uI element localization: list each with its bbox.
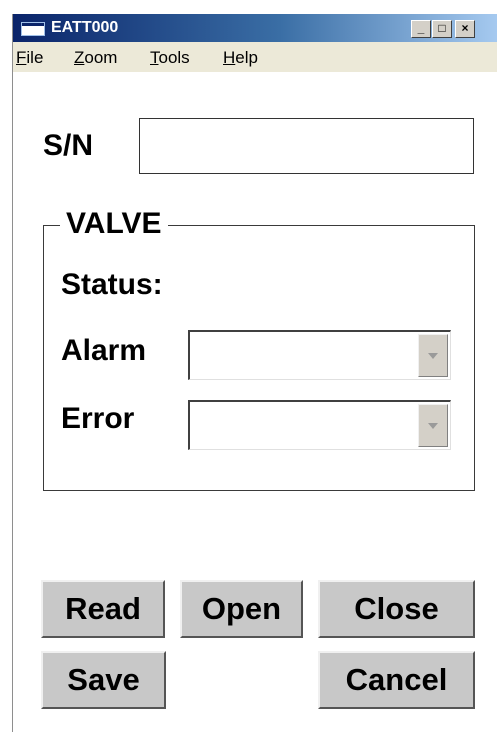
- alarm-label: Alarm: [61, 334, 147, 367]
- menu-file-label: ile: [26, 48, 44, 67]
- menu-help-accel: H: [223, 48, 236, 67]
- menu-help[interactable]: Help: [223, 48, 258, 68]
- open-button[interactable]: Open: [180, 580, 303, 638]
- menu-file-accel: F: [16, 48, 27, 67]
- read-button[interactable]: Read: [41, 580, 165, 638]
- error-label: Error: [61, 402, 135, 435]
- menu-zoom-accel: Z: [74, 48, 85, 67]
- app-window: EATT000 _ □ × File Zoom Tools Help S/N V…: [12, 14, 497, 732]
- menu-file[interactable]: File: [16, 48, 43, 68]
- valve-group-title: VALVE: [60, 207, 168, 241]
- menu-zoom[interactable]: Zoom: [74, 48, 117, 68]
- menu-zoom-label: oom: [84, 48, 118, 67]
- sn-input[interactable]: [139, 118, 474, 174]
- menu-tools-label: ools: [158, 48, 190, 67]
- sn-label: S/N: [43, 129, 94, 162]
- status-label: Status:: [61, 268, 163, 301]
- title-bar[interactable]: EATT000 _ □ ×: [13, 14, 497, 42]
- save-button[interactable]: Save: [41, 651, 166, 709]
- maximize-button[interactable]: □: [432, 20, 452, 38]
- menu-help-label: elp: [235, 48, 258, 67]
- alarm-dropdown-arrow-icon[interactable]: [418, 334, 448, 377]
- window-title: EATT000: [51, 19, 119, 36]
- close-window-button[interactable]: ×: [455, 20, 475, 38]
- menu-tools-accel: T: [150, 48, 159, 67]
- error-select[interactable]: [188, 400, 451, 450]
- minimize-button[interactable]: _: [411, 20, 431, 38]
- close-button[interactable]: Close: [318, 580, 475, 638]
- cancel-button[interactable]: Cancel: [318, 651, 475, 709]
- error-dropdown-arrow-icon[interactable]: [418, 404, 448, 447]
- menu-tools[interactable]: Tools: [150, 48, 190, 68]
- app-window-icon[interactable]: [21, 22, 45, 36]
- alarm-select[interactable]: [188, 330, 451, 380]
